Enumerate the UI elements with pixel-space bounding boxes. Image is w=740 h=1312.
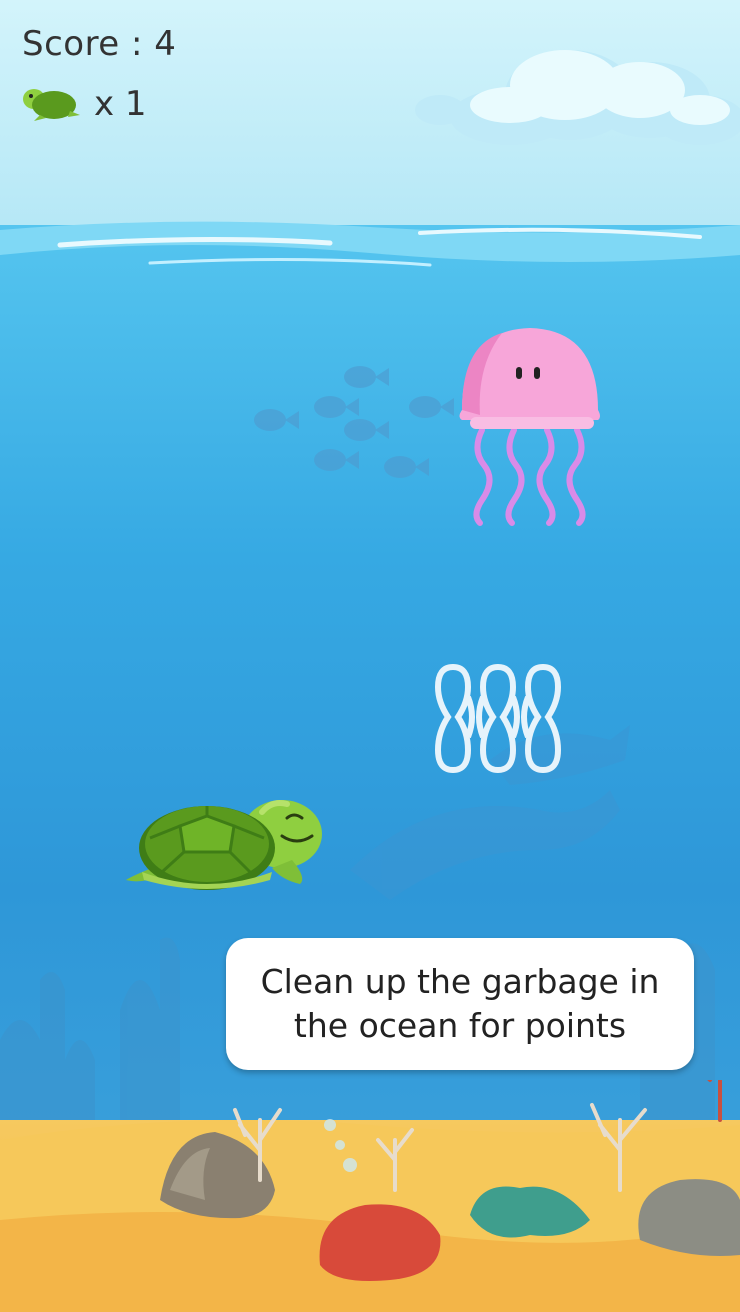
- fish-school-decoration: [254, 366, 454, 478]
- lives-counter: x 1: [20, 84, 147, 124]
- hint-text: Clean up the garbage in the ocean for po…: [260, 962, 660, 1045]
- turtle-player[interactable]: [122, 788, 330, 890]
- six-pack-rings-garbage[interactable]: [428, 662, 573, 777]
- hint-dialog[interactable]: Clean up the garbage in the ocean for po…: [226, 938, 694, 1070]
- lives-count-label: x 1: [94, 84, 147, 124]
- cloud-decoration: [415, 50, 740, 145]
- jellyfish-enemy: [459, 328, 600, 526]
- seabed-decoration: [0, 1080, 740, 1312]
- score-label: Score : 4: [22, 24, 177, 64]
- turtle-icon: [23, 89, 80, 121]
- water-surface: [0, 221, 740, 267]
- game-screen[interactable]: Score : 4 x 1 Clean up the garbage in th…: [0, 0, 740, 1312]
